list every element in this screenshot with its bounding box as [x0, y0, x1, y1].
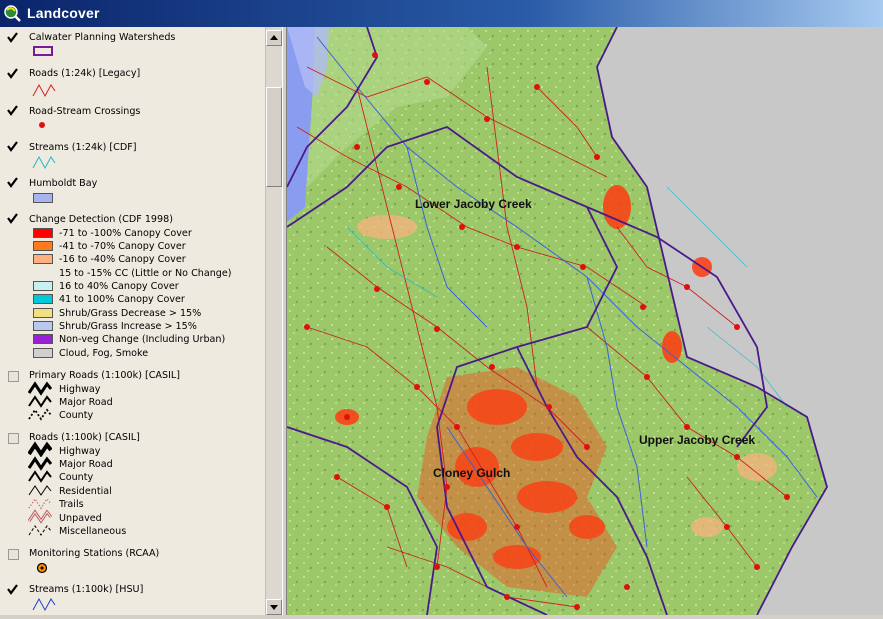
layer-label-road-stream-crossings[interactable]: Road-Stream Crossings [29, 106, 140, 117]
legend-swatch [33, 348, 53, 358]
layer-visibility-checkbox[interactable] [7, 213, 18, 224]
legend-class-label: County [59, 472, 94, 483]
legend-class-label: -41 to -70% Canopy Cover [59, 241, 186, 252]
window-titlebar[interactable]: Landcover [0, 0, 883, 27]
legend-class-label: 41 to 100% Canopy Cover [59, 294, 185, 305]
layer-visibility-checkbox[interactable] [7, 32, 18, 43]
arrow-down-icon [270, 605, 278, 610]
blue-box-icon [33, 193, 53, 203]
legend-swatch [33, 321, 53, 331]
layer-label-change-detection[interactable]: Change Detection (CDF 1998) [29, 214, 173, 225]
layer-visibility-checkbox[interactable] [7, 141, 18, 152]
layer-label-roads-24k[interactable]: Roads (1:24k) [Legacy] [29, 68, 140, 79]
arcview-app-icon[interactable] [3, 4, 21, 22]
legend-swatch [33, 241, 53, 251]
map-view[interactable]: Lower Jacoby Creek Upper Jacoby Creek Cl… [287, 27, 883, 615]
scroll-down-button[interactable] [266, 599, 282, 615]
layer-label-monitoring-stations[interactable]: Monitoring Stations (RCAA) [29, 548, 159, 559]
legend-class-label: -71 to -100% Canopy Cover [59, 228, 192, 239]
cyan-line-icon [32, 155, 56, 170]
legend-class-label: Major Road [59, 459, 113, 470]
purple-outline-box-icon [33, 46, 53, 56]
layer-label-streams-100k[interactable]: Streams (1:100k) [HSU] [29, 584, 143, 595]
map-label-lower-jacoby-creek: Lower Jacoby Creek [415, 197, 532, 211]
window-title: Landcover [27, 5, 100, 21]
arrow-up-icon [270, 35, 278, 40]
legend-scrollbar[interactable] [265, 27, 283, 615]
dashed-thin-zigzag-icon [28, 525, 52, 536]
map-canvas[interactable]: Lower Jacoby Creek Upper Jacoby Creek Cl… [287, 27, 883, 615]
layer-label-calwater[interactable]: Calwater Planning Watersheds [29, 32, 175, 43]
scroll-up-button[interactable] [266, 30, 282, 46]
legend-class-label: 16 to 40% Canopy Cover [59, 281, 179, 292]
dashed-zigzag-icon [28, 408, 52, 421]
legend-swatch [33, 294, 53, 304]
layer-visibility-checkbox[interactable] [8, 433, 19, 444]
blue-line-icon [32, 597, 56, 612]
layer-visibility-checkbox[interactable] [8, 371, 19, 382]
red-dot-icon [39, 122, 45, 128]
legend-class-label: Non-veg Change (Including Urban) [59, 334, 226, 345]
legend-swatch [33, 308, 53, 318]
legend-class-label: Unpaved [59, 513, 102, 524]
layer-visibility-checkbox[interactable] [7, 177, 18, 188]
legend-class-label: Trails [59, 499, 84, 510]
legend-class-label: Major Road [59, 397, 113, 408]
layer-label-streams-24k[interactable]: Streams (1:24k) [CDF] [29, 142, 137, 153]
legend-class-label: Highway [59, 384, 101, 395]
layer-visibility-checkbox[interactable] [8, 549, 19, 560]
layer-visibility-checkbox[interactable] [7, 584, 18, 595]
legend-class-label: Miscellaneous [59, 526, 127, 537]
legend-class-label: -16 to -40% Canopy Cover [59, 254, 186, 265]
legend-swatch [33, 228, 53, 238]
legend-class-label: Shrub/Grass Decrease > 15% [59, 308, 202, 319]
legend-class-label: Residential [59, 486, 112, 497]
legend-swatch [33, 334, 53, 344]
legend-swatch [33, 254, 53, 264]
map-label-cloney-gulch: Cloney Gulch [433, 466, 510, 480]
legend-class-label: 15 to -15% CC (Little or No Change) [59, 268, 232, 279]
layer-label-humboldt-bay[interactable]: Humboldt Bay [29, 178, 97, 189]
station-marker-icon [36, 562, 48, 574]
legend-class-label: County [59, 410, 94, 421]
layer-legend-panel[interactable]: Calwater Planning Watersheds Roads (1:24… [0, 27, 265, 615]
scroll-thumb[interactable] [266, 87, 282, 187]
layer-visibility-checkbox[interactable] [7, 68, 18, 79]
layer-visibility-checkbox[interactable] [7, 105, 18, 116]
legend-class-label: Cloud, Fog, Smoke [59, 348, 149, 359]
legend-class-label: Highway [59, 446, 101, 457]
map-label-upper-jacoby-creek: Upper Jacoby Creek [639, 433, 755, 447]
red-line-icon [32, 83, 56, 98]
legend-class-label: Shrub/Grass Increase > 15% [59, 321, 197, 332]
legend-swatch [33, 281, 53, 291]
